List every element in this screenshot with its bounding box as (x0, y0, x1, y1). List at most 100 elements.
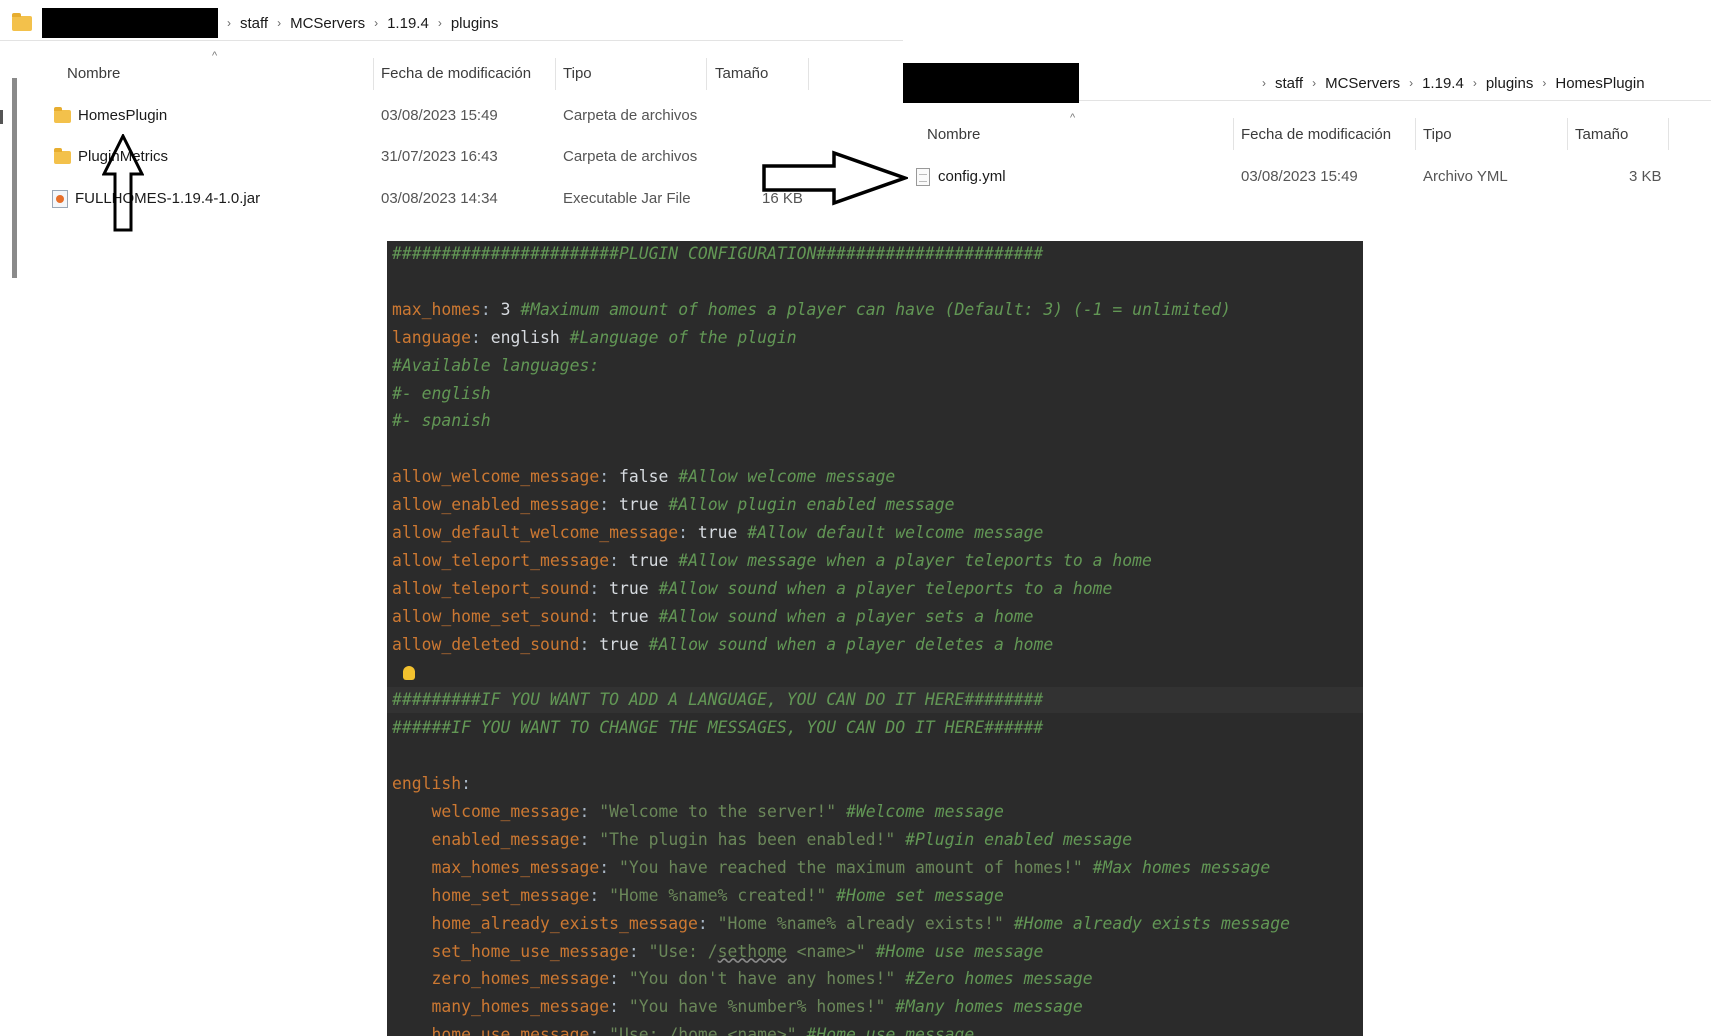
jar-file-icon (52, 190, 68, 208)
code-line[interactable]: many_homes_message: "You have %number% h… (392, 994, 1082, 1020)
breadcrumb-staff[interactable]: staff (1269, 75, 1309, 92)
code-token: language (392, 327, 471, 347)
code-token: true (618, 495, 669, 515)
code-token: "Use: / (648, 941, 718, 961)
code-line[interactable]: max_homes_message: "You have reached the… (392, 855, 1270, 881)
code-token: #Plugin enabled message (905, 829, 1133, 849)
column-header-date[interactable]: Fecha de modificación (1241, 118, 1391, 152)
breadcrumb-mcservers[interactable]: MCServers (1319, 75, 1406, 92)
code-token: #Available languages: (392, 355, 600, 375)
code-line[interactable]: english: (392, 771, 471, 797)
code-token: "Home %name% already exists!" (717, 913, 1014, 933)
file-name: HomesPlugin (78, 107, 168, 124)
code-token: : (609, 997, 629, 1017)
chevron-right-icon: › (277, 16, 282, 30)
code-line[interactable]: #- spanish (392, 408, 491, 434)
code-line[interactable]: zero_homes_message: "You don't have any … (392, 966, 1092, 992)
code-token: "Use: /home <name>" (609, 1025, 807, 1036)
code-line[interactable]: welcome_message: "Welcome to the server!… (392, 799, 1003, 825)
breadcrumb-plugins[interactable]: plugins (1480, 75, 1540, 92)
code-token: max_homes (392, 299, 481, 319)
code-line[interactable]: language: english #Language of the plugi… (392, 325, 797, 351)
code-token: : (697, 913, 718, 933)
code-token: : (461, 774, 471, 794)
code-token: : (579, 634, 600, 654)
file-row[interactable]: HomesPlugin 03/08/2023 15:49 Carpeta de … (0, 99, 903, 133)
column-divider[interactable] (1668, 118, 1669, 150)
code-token: #Home use message (875, 941, 1044, 961)
code-line[interactable]: max_homes: 3 #Maximum amount of homes a … (392, 297, 1231, 323)
column-divider[interactable] (706, 58, 707, 90)
code-line[interactable]: allow_deleted_sound: true #Allow sound w… (392, 632, 1053, 658)
folder-icon (54, 106, 71, 123)
code-token: "You don't have any homes!" (628, 969, 906, 989)
breadcrumb-staff[interactable]: staff (234, 15, 274, 32)
code-token: #Maximum amount of homes a player can ha… (520, 299, 1231, 319)
code-line[interactable]: set_home_use_message: "Use: /sethome <na… (392, 939, 1043, 965)
sort-up-icon: ^ (1070, 112, 1076, 124)
file-date: 03/08/2023 15:49 (1241, 168, 1358, 185)
breadcrumb-homesplugin[interactable]: HomesPlugin (1549, 75, 1650, 92)
code-line[interactable]: home_already_exists_message: "Home %name… (392, 911, 1290, 937)
code-token: #Allow message when a player teleports t… (678, 550, 1152, 570)
code-token: set_home_use_message (392, 941, 629, 961)
code-editor-config-yml[interactable]: #######################PLUGIN CONFIGURAT… (387, 241, 1363, 1036)
breadcrumb-plugins[interactable]: plugins (445, 15, 505, 32)
chevron-right-icon: › (1312, 76, 1317, 90)
code-line[interactable]: home_set_message: "Home %name% created!"… (392, 883, 1003, 909)
code-line[interactable]: #- english (392, 381, 491, 407)
code-line[interactable]: enabled_message: "The plugin has been en… (392, 827, 1132, 853)
column-header-type[interactable]: Tipo (563, 57, 592, 91)
chevron-right-icon: › (1542, 76, 1547, 90)
code-token: welcome_message (392, 802, 580, 821)
column-header-type[interactable]: Tipo (1423, 118, 1452, 152)
code-line[interactable]: allow_default_welcome_message: true #All… (392, 520, 1043, 546)
code-token: : (589, 606, 610, 626)
code-line[interactable]: ######IF YOU WANT TO CHANGE THE MESSAGES… (392, 715, 1043, 741)
lightbulb-icon[interactable] (403, 665, 415, 680)
code-token: : (678, 523, 698, 542)
file-row[interactable]: config.yml 03/08/2023 15:49 Archivo YML … (903, 160, 1711, 194)
code-token: many_homes_message (392, 997, 610, 1017)
column-header-size[interactable]: Tamaño (1575, 118, 1628, 152)
code-line[interactable]: #########IF YOU WANT TO ADD A LANGUAGE, … (387, 687, 1363, 714)
column-header-date[interactable]: Fecha de modificación (381, 57, 531, 91)
column-header-name[interactable]: Nombre (927, 118, 980, 152)
code-line[interactable]: #Available languages: (392, 353, 599, 379)
column-header-size[interactable]: Tamaño (715, 57, 768, 91)
file-name-cell: config.yml (916, 160, 1006, 194)
code-line[interactable]: #######################PLUGIN CONFIGURAT… (392, 241, 1043, 267)
code-token: #Allow default welcome message (747, 523, 1044, 542)
code-token: english (490, 327, 570, 347)
column-divider[interactable] (1415, 118, 1416, 150)
column-divider[interactable] (1567, 118, 1568, 150)
code-token: #Allow sound when a player sets a home (658, 606, 1034, 626)
code-token: #Allow sound when a player teleports to … (658, 578, 1113, 598)
breadcrumb-mcservers[interactable]: MCServers (284, 15, 371, 32)
code-line[interactable]: allow_welcome_message: false #Allow welc… (392, 464, 895, 490)
breadcrumb-version[interactable]: 1.19.4 (1416, 75, 1470, 92)
file-type: Carpeta de archivos (563, 148, 698, 165)
column-header-name[interactable]: Nombre (67, 57, 120, 91)
code-token: "You have %number% homes!" (628, 997, 896, 1017)
document-icon (916, 168, 930, 186)
column-divider[interactable] (373, 58, 374, 90)
code-line[interactable]: allow_enabled_message: true #Allow plugi… (392, 492, 955, 518)
code-line[interactable]: allow_teleport_sound: true #Allow sound … (392, 576, 1112, 602)
breadcrumb-version[interactable]: 1.19.4 (381, 15, 435, 32)
file-type: Executable Jar File (563, 190, 691, 207)
code-token: : (589, 1025, 610, 1036)
code-line[interactable]: allow_home_set_sound: true #Allow sound … (392, 604, 1033, 630)
address-bar[interactable]: › staff › MCServers › 1.19.4 › plugins (0, 6, 903, 41)
code-line[interactable]: home_use_message: "Use: /home <name>" #H… (392, 1022, 974, 1036)
code-token: allow_welcome_message (392, 467, 600, 487)
code-token: sethome (717, 941, 787, 961)
file-date: 03/08/2023 14:34 (381, 190, 498, 207)
code-token: allow_teleport_message (392, 550, 610, 570)
chevron-right-icon: › (374, 16, 379, 30)
code-line[interactable]: allow_teleport_message: true #Allow mess… (392, 548, 1152, 574)
column-divider[interactable] (808, 58, 809, 90)
column-divider[interactable] (555, 58, 556, 90)
column-divider[interactable] (1233, 118, 1234, 150)
code-token: allow_home_set_sound (392, 606, 590, 626)
